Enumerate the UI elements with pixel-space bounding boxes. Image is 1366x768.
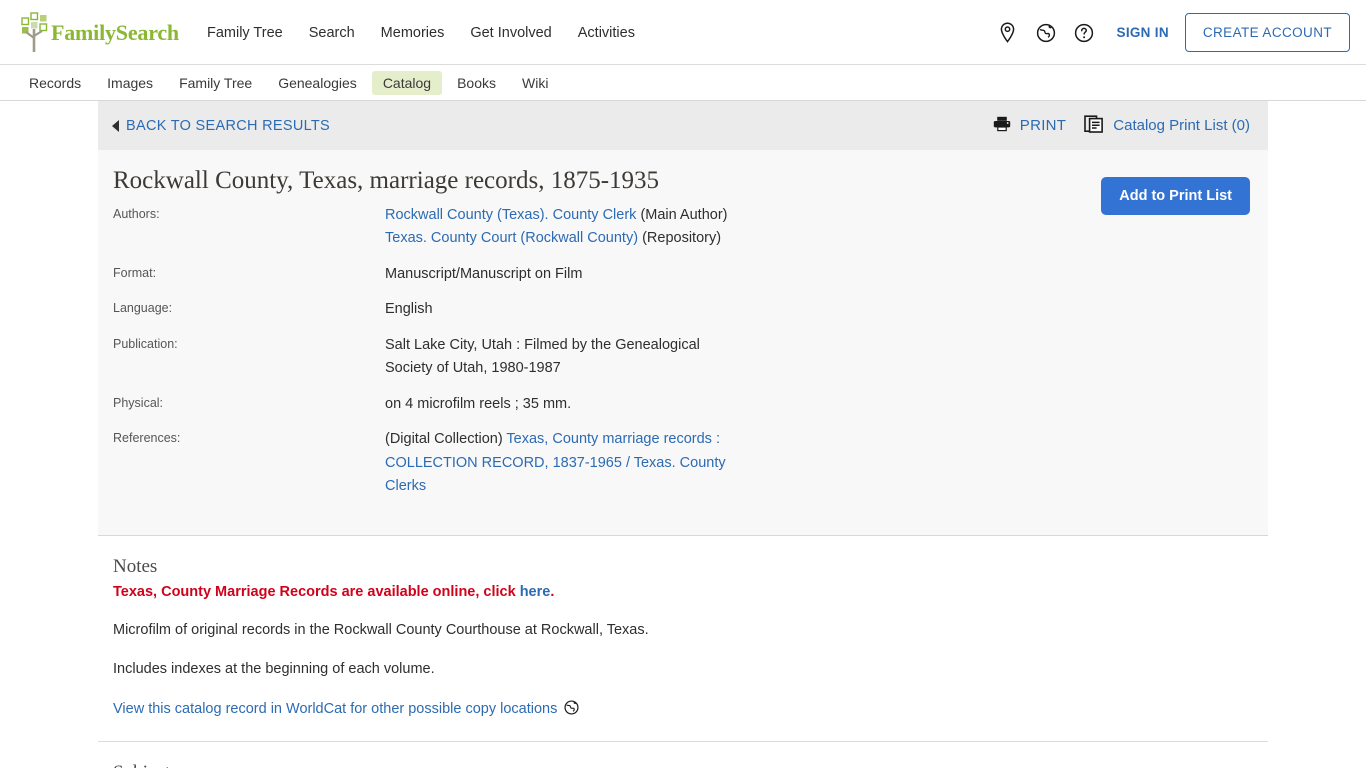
references-prefix: (Digital Collection): [385, 431, 507, 448]
record-details-panel: Rockwall County, Texas, marriage records…: [98, 150, 1268, 536]
notes-title: Notes: [113, 555, 158, 577]
documents-stack-icon: [1084, 114, 1104, 138]
tab-genealogies[interactable]: Genealogies: [267, 71, 368, 95]
page-body: BACK TO SEARCH RESULTS PRINT Catalog Pri…: [0, 101, 1366, 768]
author-role-main: (Main Author): [636, 207, 728, 223]
sign-in-link[interactable]: SIGN IN: [1117, 25, 1169, 40]
subjects-title: Subjects: [113, 762, 1250, 768]
tab-records[interactable]: Records: [18, 71, 92, 95]
metadata-label: Physical:: [113, 395, 164, 410]
tab-family-tree[interactable]: Family Tree: [168, 71, 263, 95]
metadata-label: Authors:: [113, 207, 160, 221]
create-account-button[interactable]: CREATE ACCOUNT: [1184, 13, 1350, 52]
tab-wiki[interactable]: Wiki: [511, 71, 559, 95]
metadata-row-physical: Physical: on 4 microfilm reels ; 35 mm.: [113, 393, 1250, 416]
primary-nav: Family Tree Search Memories Get Involved…: [207, 25, 635, 41]
metadata-row-format: Format: Manuscript/Manuscript on Film: [113, 263, 1250, 286]
metadata-row-authors: Authors: Rockwall County (Texas). County…: [113, 204, 1250, 251]
tab-images[interactable]: Images: [96, 71, 164, 95]
print-label: PRINT: [1019, 117, 1067, 134]
subjects-section: Subjects Locality Subjects: [98, 742, 1268, 768]
worldcat-link-label: View this catalog record in WorldCat for…: [113, 701, 558, 718]
notes-line: Microfilm of original records in the Roc…: [113, 621, 649, 638]
tab-catalog[interactable]: Catalog: [371, 71, 443, 95]
tab-books[interactable]: Books: [446, 71, 507, 95]
metadata-value: Rockwall County (Texas). County Clerk (M…: [385, 204, 728, 251]
metadata-row-language: Language: English: [113, 298, 1250, 321]
author-role-repository: (Repository): [638, 230, 722, 247]
map-pin-icon[interactable]: [989, 14, 1027, 52]
nav-item-memories[interactable]: Memories: [381, 25, 445, 41]
back-link-label: BACK TO SEARCH RESULTS: [126, 117, 331, 134]
record-title: Rockwall County, Texas, marriage records…: [113, 167, 660, 194]
nav-item-search[interactable]: Search: [309, 25, 355, 41]
metadata-value: Manuscript/Manuscript on Film: [385, 265, 583, 282]
metadata-value: English: [385, 301, 433, 318]
record-toolbar: BACK TO SEARCH RESULTS PRINT Catalog Pri…: [98, 101, 1268, 150]
metadata-value: Salt Lake City, Utah : Filmed by the Gen…: [385, 336, 700, 377]
notes-highlight: Texas, County Marriage Records are avail…: [113, 584, 1250, 600]
notes-section: Notes Texas, County Marriage Records are…: [98, 536, 1268, 742]
globe-icon: [564, 700, 579, 719]
notes-here-link[interactable]: here: [520, 584, 551, 600]
printer-icon: [993, 116, 1011, 136]
metadata-row-publication: Publication: Salt Lake City, Utah : Film…: [113, 334, 1250, 381]
author-link-main[interactable]: Rockwall County (Texas). County Clerk: [385, 207, 636, 223]
author-line-repository: Texas. County Court (Rockwall County) (R…: [385, 227, 728, 250]
notes-line: Includes indexes at the beginning of eac…: [113, 660, 435, 677]
catalog-record-container: BACK TO SEARCH RESULTS PRINT Catalog Pri…: [98, 101, 1268, 768]
author-line-main: Rockwall County (Texas). County Clerk (M…: [385, 204, 728, 227]
worldcat-link[interactable]: View this catalog record in WorldCat for…: [113, 700, 579, 719]
back-to-search-results-link[interactable]: BACK TO SEARCH RESULTS: [112, 118, 330, 134]
print-button[interactable]: PRINT: [993, 116, 1067, 136]
catalog-print-list-label: Catalog Print List (0): [1113, 117, 1250, 134]
section-tabs: Records Images Family Tree Genealogies C…: [0, 65, 1366, 101]
header-actions: SIGN IN CREATE ACCOUNT: [989, 13, 1350, 52]
metadata-row-references: References: (Digital Collection) Texas, …: [113, 428, 1250, 498]
nav-item-get-involved[interactable]: Get Involved: [470, 25, 551, 41]
metadata-label: Publication:: [113, 336, 178, 351]
toolbar-actions: PRINT Catalog Print List (0): [993, 114, 1250, 138]
logo-wordmark: FamilySearch: [51, 19, 179, 45]
notes-highlight-period: .: [550, 583, 555, 600]
help-circle-icon[interactable]: [1065, 14, 1103, 52]
catalog-print-list-button[interactable]: Catalog Print List (0): [1084, 114, 1250, 138]
metadata-label: Language:: [113, 301, 173, 316]
nav-item-activities[interactable]: Activities: [578, 25, 635, 41]
site-header: FamilySearch Family Tree Search Memories…: [0, 0, 1366, 65]
metadata-value: (Digital Collection) Texas, County marri…: [385, 428, 763, 498]
author-link-repository[interactable]: Texas. County Court (Rockwall County): [385, 230, 638, 246]
globe-icon[interactable]: [1027, 14, 1065, 52]
metadata-value: on 4 microfilm reels ; 35 mm.: [385, 395, 572, 412]
nav-item-family-tree[interactable]: Family Tree: [207, 25, 283, 41]
add-to-print-list-button[interactable]: Add to Print List: [1101, 177, 1250, 215]
notes-highlight-text: Texas, County Marriage Records are avail…: [113, 583, 520, 600]
chevron-left-icon: [112, 119, 119, 132]
familysearch-logo[interactable]: FamilySearch: [18, 11, 179, 54]
metadata-label: Format:: [113, 265, 157, 280]
metadata-label: References:: [113, 431, 181, 446]
